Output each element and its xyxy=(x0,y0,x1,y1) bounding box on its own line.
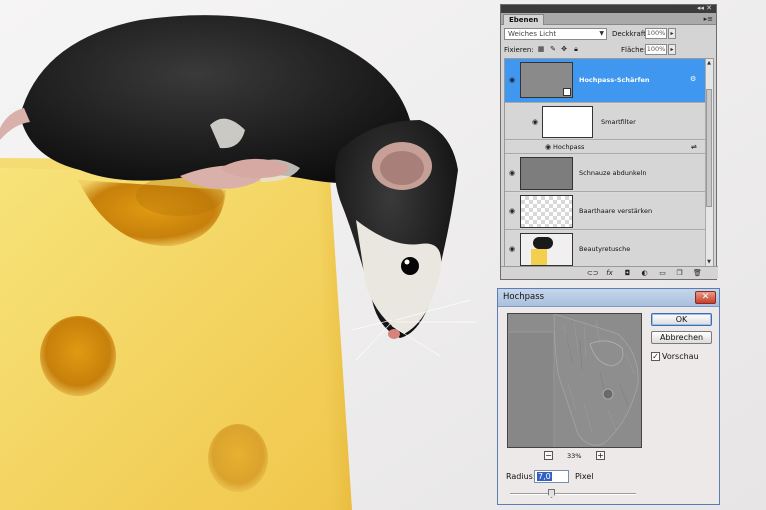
filter-options-icon[interactable]: ⇌ xyxy=(691,143,697,151)
link-layers-icon[interactable]: ⊂⊃ xyxy=(587,269,599,277)
scroll-up-icon[interactable]: ▲ xyxy=(705,59,713,67)
layers-footer-toolbar: ⊂⊃ fx ◘ ◐ ▭ ❐ 🗑︎ xyxy=(501,266,718,279)
layer-name: Schnauze abdunkeln xyxy=(579,169,647,177)
layer-name: Hochpass-Schärfen xyxy=(579,76,650,84)
fill-label: Fläche: xyxy=(621,46,647,54)
lock-position-icon[interactable]: ✥ xyxy=(560,45,568,53)
visibility-eye-icon[interactable]: ◉ xyxy=(507,169,517,177)
layer-thumbnail xyxy=(520,157,573,190)
preview-checkbox-label: Vorschau xyxy=(662,352,699,361)
zoom-out-button[interactable]: − xyxy=(544,451,553,460)
radius-label: Radius: xyxy=(506,472,536,481)
layer-thumbnail xyxy=(520,233,573,266)
zoom-in-button[interactable]: + xyxy=(596,451,605,460)
smart-object-badge-icon xyxy=(563,88,571,96)
layer-name: Smartfilter xyxy=(601,118,636,126)
layer-list: ◉ Hochpass-Schärfen ⚙ ◉ Smartfilter ◉ Ho… xyxy=(504,58,714,267)
scrollbar-thumb[interactable] xyxy=(706,89,712,207)
filter-preview[interactable] xyxy=(507,313,642,448)
lock-all-icon[interactable]: 🔒︎ xyxy=(572,45,580,53)
layer-list-scrollbar[interactable]: ▲ ▼ xyxy=(705,59,713,266)
close-button[interactable]: ✕ xyxy=(695,291,716,304)
panel-titlebar: ◂◂ ✕ xyxy=(501,4,716,13)
panel-window-controls[interactable]: ◂◂ ✕ xyxy=(697,4,712,12)
dialog-title: Hochpass xyxy=(503,292,545,302)
visibility-eye-icon[interactable]: ◉ xyxy=(507,245,517,253)
ok-button[interactable]: OK xyxy=(651,313,712,326)
mouse-nose xyxy=(388,329,400,339)
radius-value: 7,0 xyxy=(537,472,552,481)
radius-slider-track[interactable] xyxy=(510,493,636,495)
fill-slider-arrow-icon[interactable]: ▸ xyxy=(668,44,676,55)
high-pass-preview-image xyxy=(508,314,641,447)
mouse-eye xyxy=(401,257,419,275)
dialog-titlebar[interactable]: Hochpass ✕ xyxy=(498,289,719,307)
layer-name: Beautyretusche xyxy=(579,245,631,253)
chevron-down-icon: ▼ xyxy=(599,30,604,37)
layer-name: Baarthaare verstärken xyxy=(579,207,653,215)
tab-layers[interactable]: Ebenen xyxy=(503,14,545,25)
trash-icon[interactable]: 🗑︎ xyxy=(693,269,702,277)
cheese-hole xyxy=(40,316,116,396)
filter-hochpass[interactable]: ◉ Hochpass ⇌ xyxy=(505,141,706,154)
opacity-input[interactable]: 100% xyxy=(645,28,667,39)
layer-thumbnail xyxy=(520,195,573,228)
lock-transparency-icon[interactable]: ▦ xyxy=(537,45,545,53)
opacity-label: Deckkraft: xyxy=(612,30,649,38)
lock-label: Fixieren: xyxy=(504,46,534,54)
radius-unit: Pixel xyxy=(575,472,594,481)
visibility-eye-icon[interactable]: ◉ xyxy=(507,207,517,215)
lock-brush-icon[interactable]: ✎ xyxy=(549,45,557,53)
preview-checkbox[interactable]: ✓ xyxy=(651,352,660,361)
visibility-eye-icon[interactable]: ◉ xyxy=(507,76,517,84)
layer-thumbnail xyxy=(520,62,573,98)
layer-name: Hochpass xyxy=(553,143,585,151)
layer-hochpass-schaerfen[interactable]: ◉ Hochpass-Schärfen ⚙ xyxy=(505,59,706,103)
hochpass-dialog: Hochpass ✕ − 33% + OK Abbrechen ✓ Vorsch… xyxy=(497,288,720,505)
layer-smartfilter[interactable]: ◉ Smartfilter xyxy=(505,104,706,140)
opacity-slider-arrow-icon[interactable]: ▸ xyxy=(668,28,676,39)
layer-schnauze-abdunkeln[interactable]: ◉ Schnauze abdunkeln xyxy=(505,155,706,192)
fx-icon[interactable]: fx xyxy=(605,269,614,277)
visibility-eye-icon[interactable]: ◉ xyxy=(530,118,540,126)
new-group-icon[interactable]: ▭ xyxy=(658,269,667,277)
cancel-button[interactable]: Abbrechen xyxy=(651,331,712,344)
blend-mode-value: Weiches Licht xyxy=(508,30,557,38)
layer-mask-icon[interactable]: ◘ xyxy=(623,269,632,277)
lock-fill-row: Fixieren: ▦ ✎ ✥ 🔒︎ Fläche: 100% ▸ xyxy=(504,44,713,56)
adjustment-layer-icon[interactable]: ◐ xyxy=(640,269,649,277)
scroll-down-icon[interactable]: ▼ xyxy=(705,258,713,266)
panel-menu-icon[interactable]: ▸≡ xyxy=(704,14,713,24)
new-layer-icon[interactable]: ❐ xyxy=(675,269,684,277)
zoom-level: 33% xyxy=(567,452,582,460)
panel-tab-bar: Ebenen ▸≡ xyxy=(501,13,716,25)
fill-input[interactable]: 100% xyxy=(645,44,667,55)
filter-mask-thumbnail xyxy=(542,106,593,138)
radius-input[interactable]: 7,0 xyxy=(534,470,569,483)
radius-slider-handle[interactable] xyxy=(548,489,556,498)
blend-mode-select[interactable]: Weiches Licht ▼ xyxy=(504,28,607,40)
layer-beautyretusche[interactable]: ◉ Beautyretusche xyxy=(505,231,706,266)
cheese-hole xyxy=(208,424,268,492)
smart-filter-indicator-icon: ⚙ xyxy=(690,75,697,83)
layer-baarthaare-verstaerken[interactable]: ◉ Baarthaare verstärken xyxy=(505,193,706,230)
layers-panel: ◂◂ ✕ Ebenen ▸≡ Weiches Licht ▼ Deckkraft… xyxy=(500,4,718,280)
visibility-eye-icon[interactable]: ◉ xyxy=(543,143,553,151)
blend-opacity-row: Weiches Licht ▼ Deckkraft: 100% ▸ xyxy=(504,28,713,41)
